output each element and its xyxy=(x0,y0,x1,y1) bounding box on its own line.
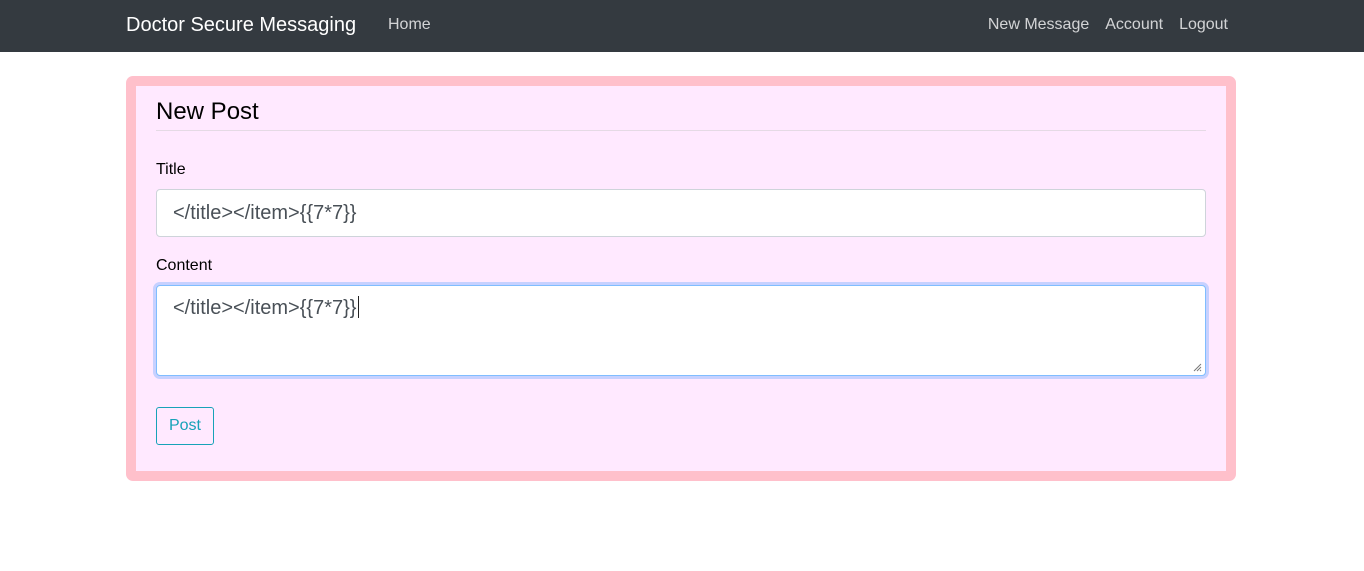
nav-new-message-link[interactable]: New Message xyxy=(988,15,1089,35)
new-post-card: New Post Title </title></item>{{7*7}} Co… xyxy=(126,76,1236,481)
nav-right-group: New Message Account Logout xyxy=(988,15,1228,35)
content-label: Content xyxy=(156,257,213,274)
content-textarea[interactable]: </title></item>{{7*7}} xyxy=(156,285,1206,376)
content-text: </title></item>{{7*7}} xyxy=(173,297,357,319)
title-input[interactable]: </title></item>{{7*7}} xyxy=(156,189,1206,237)
title-label: Title xyxy=(156,161,186,178)
nav-account-link[interactable]: Account xyxy=(1105,15,1163,35)
resize-grip-icon[interactable] xyxy=(1192,362,1202,372)
nav-home-link[interactable]: Home xyxy=(388,15,431,35)
page-title: New Post xyxy=(156,98,1206,131)
text-caret xyxy=(357,296,359,318)
top-navbar: Doctor Secure Messaging Home New Message… xyxy=(0,0,1364,52)
nav-logout-link[interactable]: Logout xyxy=(1179,15,1228,35)
post-button[interactable]: Post xyxy=(156,407,214,445)
brand-link[interactable]: Doctor Secure Messaging xyxy=(126,13,356,37)
